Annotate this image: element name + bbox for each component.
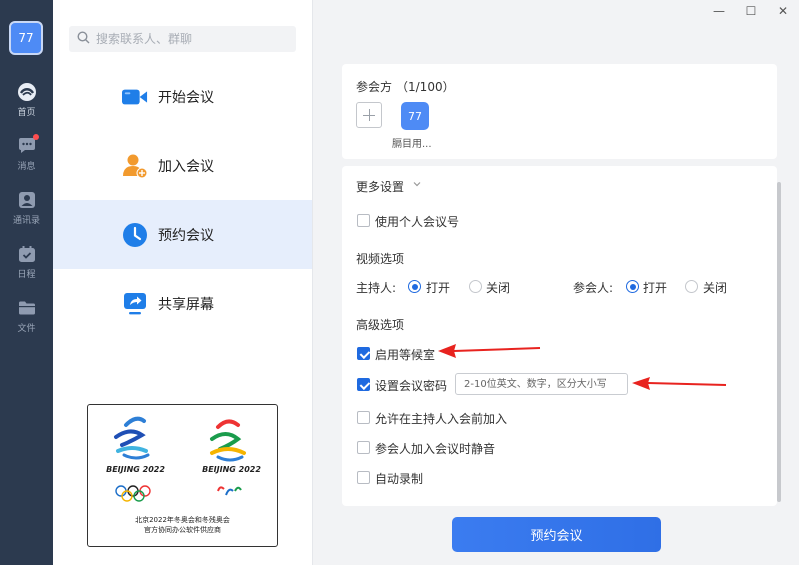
participant-video-off-label: 关闭: [703, 281, 728, 295]
host-video-label: 主持人:: [356, 281, 397, 295]
rail-item-files[interactable]: 文件: [0, 296, 53, 340]
mute-on-join-label: 参会人加入会议时静音: [375, 442, 496, 456]
search-box[interactable]: [69, 26, 296, 52]
participants-card: 参会方 （1/100） 77 膈目用...: [342, 64, 777, 159]
schedule-meeting-form: — ☐ ✕ 参会方 （1/100） 77 膈目用... 更多设置 使用个人会议号…: [313, 0, 799, 565]
join-before-host-checkbox[interactable]: [357, 411, 370, 424]
clock-icon: [122, 222, 148, 248]
menu-item-share-screen[interactable]: 共享屏幕: [53, 269, 312, 338]
participant-video-label: 参会人:: [573, 281, 614, 295]
minimize-button[interactable]: —: [703, 0, 735, 22]
participant-video-on-radio[interactable]: [626, 280, 639, 293]
meeting-menu-panel: 开始会议 加入会议 预约会议 共享屏幕: [53, 0, 313, 565]
password-checkbox[interactable]: [357, 378, 370, 391]
participant-name: 膈目用...: [392, 139, 432, 150]
close-button[interactable]: ✕: [767, 0, 799, 22]
folder-icon: [17, 298, 37, 318]
rail-label: 文件: [17, 324, 36, 334]
rail-label: 通讯录: [12, 216, 40, 226]
contacts-icon: [17, 190, 37, 210]
video-camera-icon: [122, 84, 148, 110]
participants-count: （1/100）: [396, 80, 455, 94]
rail-label: 首页: [17, 108, 36, 118]
logo-caption-line2: 官方协同办公软件供应商: [144, 526, 221, 534]
search-icon: [77, 31, 90, 47]
host-video-on-label: 打开: [426, 281, 451, 295]
unread-dot: [32, 134, 39, 140]
home-icon: [17, 82, 37, 102]
logo-caption-line1: 北京2022年冬奥会和冬残奥会: [135, 516, 230, 524]
mute-on-join-checkbox[interactable]: [357, 441, 370, 454]
menu-item-label: 开始会议: [158, 89, 214, 106]
share-screen-icon: [122, 291, 148, 317]
settings-card: 更多设置 使用个人会议号 视频选项 主持人: 打开 关闭 参会人: 打开 关闭 …: [342, 166, 777, 506]
annotation-arrow-icon: [632, 377, 727, 390]
video-section-title: 视频选项: [356, 252, 405, 266]
rail-item-contacts[interactable]: 通讯录: [0, 188, 53, 232]
calendar-icon: [17, 244, 37, 264]
password-input[interactable]: [455, 373, 628, 395]
participant-avatar[interactable]: 77: [401, 102, 429, 130]
password-label: 设置会议密码: [375, 379, 448, 393]
add-participant-button[interactable]: [356, 102, 382, 128]
participant-video-on-label: 打开: [643, 281, 668, 295]
rail-label: 日程: [17, 270, 36, 280]
waiting-room-checkbox[interactable]: [357, 347, 370, 360]
personal-id-checkbox[interactable]: [357, 214, 370, 227]
host-video-on-radio[interactable]: [408, 280, 421, 293]
annotation-arrow-icon: [438, 344, 541, 358]
meeting-menu: 开始会议 加入会议 预约会议 共享屏幕: [53, 62, 312, 338]
user-avatar[interactable]: 77: [9, 21, 43, 55]
host-video-off-radio[interactable]: [469, 280, 482, 293]
menu-item-label: 预约会议: [158, 227, 214, 244]
left-rail: 77 首页 消息 通讯录 日程 文件: [0, 0, 53, 565]
window-controls: — ☐ ✕: [703, 0, 799, 22]
menu-item-label: 共享屏幕: [158, 296, 214, 313]
join-before-host-label: 允许在主持人入会前加入: [375, 412, 508, 426]
participants-title: 参会方: [356, 80, 393, 94]
rail-item-messages[interactable]: 消息: [0, 134, 53, 178]
chevron-down-icon[interactable]: [412, 178, 422, 192]
beijing-wordmark-left: BEIJING 2022: [106, 465, 165, 474]
auto-record-label: 自动录制: [375, 472, 424, 486]
beijing-2022-logo-box: BEIJING 2022 BEIJING 2022 北京2022年冬奥会和冬残奥…: [87, 404, 278, 547]
search-input[interactable]: [96, 32, 286, 46]
menu-item-start-meeting[interactable]: 开始会议: [53, 62, 312, 131]
chat-icon: [17, 134, 39, 156]
more-settings-label[interactable]: 更多设置: [356, 178, 404, 195]
menu-item-label: 加入会议: [158, 158, 214, 175]
personal-id-label: 使用个人会议号: [375, 215, 460, 229]
host-video-off-label: 关闭: [486, 281, 511, 295]
participant-video-off-radio[interactable]: [685, 280, 698, 293]
auto-record-checkbox[interactable]: [357, 471, 370, 484]
beijing-2022-emblems-icon: [114, 416, 246, 502]
add-person-icon: [122, 153, 148, 179]
maximize-button[interactable]: ☐: [735, 0, 767, 22]
rail-label: 消息: [17, 162, 36, 172]
schedule-meeting-button[interactable]: 预约会议: [452, 517, 661, 552]
beijing-wordmark-right: BEIJING 2022: [202, 465, 261, 474]
menu-item-schedule-meeting[interactable]: 预约会议: [53, 200, 312, 269]
settings-scrollbar[interactable]: [777, 182, 781, 502]
advanced-section-title: 高级选项: [356, 318, 405, 332]
menu-item-join-meeting[interactable]: 加入会议: [53, 131, 312, 200]
rail-item-home[interactable]: 首页: [0, 80, 53, 124]
rail-item-calendar[interactable]: 日程: [0, 242, 53, 286]
waiting-room-label: 启用等候室: [375, 348, 436, 362]
